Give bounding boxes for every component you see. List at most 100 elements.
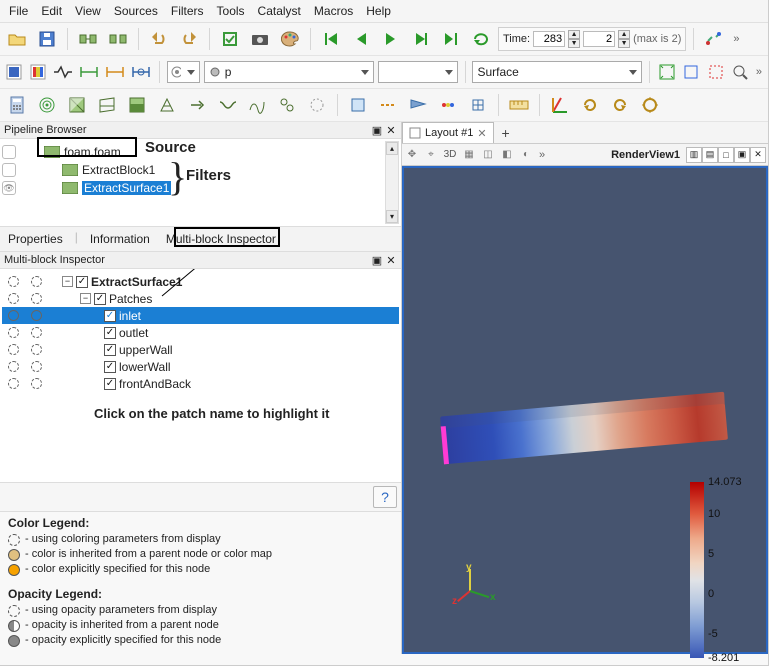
disconnect-icon[interactable] bbox=[105, 26, 131, 52]
redo-icon[interactable] bbox=[176, 26, 202, 52]
select-points-icon[interactable] bbox=[375, 92, 401, 118]
color-by-array-icon[interactable] bbox=[28, 59, 48, 85]
extract-icon[interactable] bbox=[154, 92, 180, 118]
mbi-pin-icon[interactable]: ▣ bbox=[371, 254, 383, 266]
toolbar-overflow-icon[interactable]: » bbox=[731, 33, 741, 45]
pick-center-icon[interactable]: ✥ bbox=[404, 147, 420, 163]
time-step-input[interactable] bbox=[583, 31, 615, 47]
reset-orient-icon[interactable] bbox=[637, 92, 663, 118]
ruler-icon[interactable] bbox=[506, 92, 532, 118]
checkbox-icon[interactable] bbox=[104, 344, 116, 356]
extract-sel-icon[interactable] bbox=[304, 92, 330, 118]
mbi-patch-outlet[interactable]: outlet bbox=[2, 324, 399, 341]
show-center-icon[interactable]: ⌖ bbox=[423, 147, 439, 163]
threshold-icon[interactable] bbox=[124, 92, 150, 118]
connect-icon[interactable] bbox=[75, 26, 101, 52]
pipeline-item-foam[interactable]: foam.foam bbox=[2, 143, 399, 161]
rotate-neg90-icon[interactable] bbox=[607, 92, 633, 118]
select-cells-icon[interactable] bbox=[345, 92, 371, 118]
menu-macros[interactable]: Macros bbox=[309, 2, 358, 20]
help-button[interactable]: ? bbox=[373, 486, 397, 508]
visibility-icon[interactable] bbox=[2, 145, 16, 159]
undo-icon[interactable] bbox=[146, 26, 172, 52]
fit-view-icon[interactable] bbox=[657, 59, 677, 85]
warp-icon[interactable] bbox=[244, 92, 270, 118]
maximize-icon[interactable]: □ bbox=[718, 147, 734, 163]
expand-icon[interactable]: − bbox=[80, 293, 91, 304]
mbi-patch-upperwall[interactable]: upperWall bbox=[2, 341, 399, 358]
view-overflow-icon[interactable]: » bbox=[537, 149, 547, 161]
rescale-temporal-icon[interactable] bbox=[130, 59, 152, 85]
close-icon[interactable]: ✕ bbox=[477, 127, 486, 140]
checkbox-icon[interactable] bbox=[94, 293, 106, 305]
mode-3d-icon[interactable]: 3D bbox=[442, 147, 458, 163]
screenshot-icon[interactable] bbox=[247, 26, 273, 52]
tab-information[interactable]: Information bbox=[86, 230, 154, 248]
add-layout-button[interactable]: + bbox=[494, 125, 518, 141]
tab-properties[interactable]: Properties bbox=[4, 230, 67, 248]
zoom-data-icon[interactable] bbox=[730, 59, 750, 85]
component-combo[interactable] bbox=[378, 61, 458, 83]
select-points-through-icon[interactable]: ◧ bbox=[499, 147, 515, 163]
expand-icon[interactable]: − bbox=[62, 276, 73, 287]
render-view[interactable]: y z x 14.073 10 5 0 -5 -8.201 p bbox=[402, 166, 768, 654]
menu-edit[interactable]: Edit bbox=[36, 2, 67, 20]
layout-tab[interactable]: Layout #1 ✕ bbox=[402, 122, 494, 143]
scroll-up-icon[interactable]: ▴ bbox=[386, 142, 398, 155]
rescale-icon[interactable] bbox=[52, 59, 74, 85]
hover-cells-icon[interactable] bbox=[435, 92, 461, 118]
vcr-last-icon[interactable] bbox=[438, 26, 464, 52]
menu-sources[interactable]: Sources bbox=[109, 2, 163, 20]
slice-icon[interactable] bbox=[94, 92, 120, 118]
link-icon[interactable] bbox=[701, 26, 727, 52]
pipeline-scrollbar[interactable]: ▴ ▾ bbox=[385, 141, 399, 224]
vcr-prev-icon[interactable] bbox=[348, 26, 374, 52]
checkbox-icon[interactable] bbox=[104, 361, 116, 373]
popout-icon[interactable]: ▣ bbox=[734, 147, 750, 163]
palette-icon[interactable] bbox=[277, 26, 303, 52]
reset-camera-icon[interactable] bbox=[681, 59, 701, 85]
group-icon[interactable] bbox=[274, 92, 300, 118]
hover-points-icon[interactable] bbox=[465, 92, 491, 118]
color-by-solid-icon[interactable] bbox=[4, 59, 24, 85]
mbi-patch-inlet[interactable]: inlet bbox=[2, 307, 399, 324]
axis-x-icon[interactable] bbox=[547, 92, 573, 118]
menu-view[interactable]: View bbox=[70, 2, 106, 20]
contour-icon[interactable] bbox=[34, 92, 60, 118]
checkbox-icon[interactable] bbox=[76, 276, 88, 288]
select-surface-icon[interactable]: ▦ bbox=[461, 147, 477, 163]
menu-tools[interactable]: Tools bbox=[212, 2, 250, 20]
clip-icon[interactable] bbox=[64, 92, 90, 118]
menu-catalyst[interactable]: Catalyst bbox=[253, 2, 306, 20]
tab-multi-block-inspector[interactable]: Multi-block Inspector bbox=[162, 230, 280, 248]
vcr-next-icon[interactable] bbox=[408, 26, 434, 52]
glyph-icon[interactable] bbox=[184, 92, 210, 118]
time-step-spinner[interactable]: ▲▼ bbox=[618, 30, 630, 48]
visibility-icon[interactable]: 👁 bbox=[2, 181, 16, 195]
checkbox-icon[interactable] bbox=[104, 327, 116, 339]
vcr-loop-icon[interactable] bbox=[468, 26, 494, 52]
pipeline-close-icon[interactable]: ✕ bbox=[385, 124, 397, 136]
visibility-icon[interactable] bbox=[2, 163, 16, 177]
scroll-down-icon[interactable]: ▾ bbox=[386, 210, 398, 223]
select-lasso-icon[interactable]: ◐ bbox=[518, 147, 534, 163]
vcr-play-icon[interactable] bbox=[378, 26, 404, 52]
checkbox-icon[interactable] bbox=[104, 310, 116, 322]
open-icon[interactable] bbox=[4, 26, 30, 52]
menu-help[interactable]: Help bbox=[361, 2, 396, 20]
split-h-icon[interactable]: ▥ bbox=[686, 147, 702, 163]
select-cells-through-icon[interactable]: ◫ bbox=[480, 147, 496, 163]
mbi-patch-lowerwall[interactable]: lowerWall bbox=[2, 358, 399, 375]
split-v-icon[interactable]: ▤ bbox=[702, 147, 718, 163]
vcr-first-icon[interactable] bbox=[318, 26, 344, 52]
mbi-close-icon[interactable]: ✕ bbox=[385, 254, 397, 266]
rotate-90-icon[interactable] bbox=[577, 92, 603, 118]
menu-filters[interactable]: Filters bbox=[166, 2, 209, 20]
time-frame-spinner[interactable]: ▲▼ bbox=[568, 30, 580, 48]
representation-combo[interactable]: Surface bbox=[472, 61, 642, 83]
rescale-visible-icon[interactable] bbox=[104, 59, 126, 85]
scalar-mode-combo[interactable] bbox=[167, 61, 200, 83]
mbi-patch-frontandback[interactable]: frontAndBack bbox=[2, 375, 399, 392]
mbi-root-row[interactable]: − ExtractSurface1 bbox=[2, 273, 399, 290]
checkbox-icon[interactable] bbox=[104, 378, 116, 390]
